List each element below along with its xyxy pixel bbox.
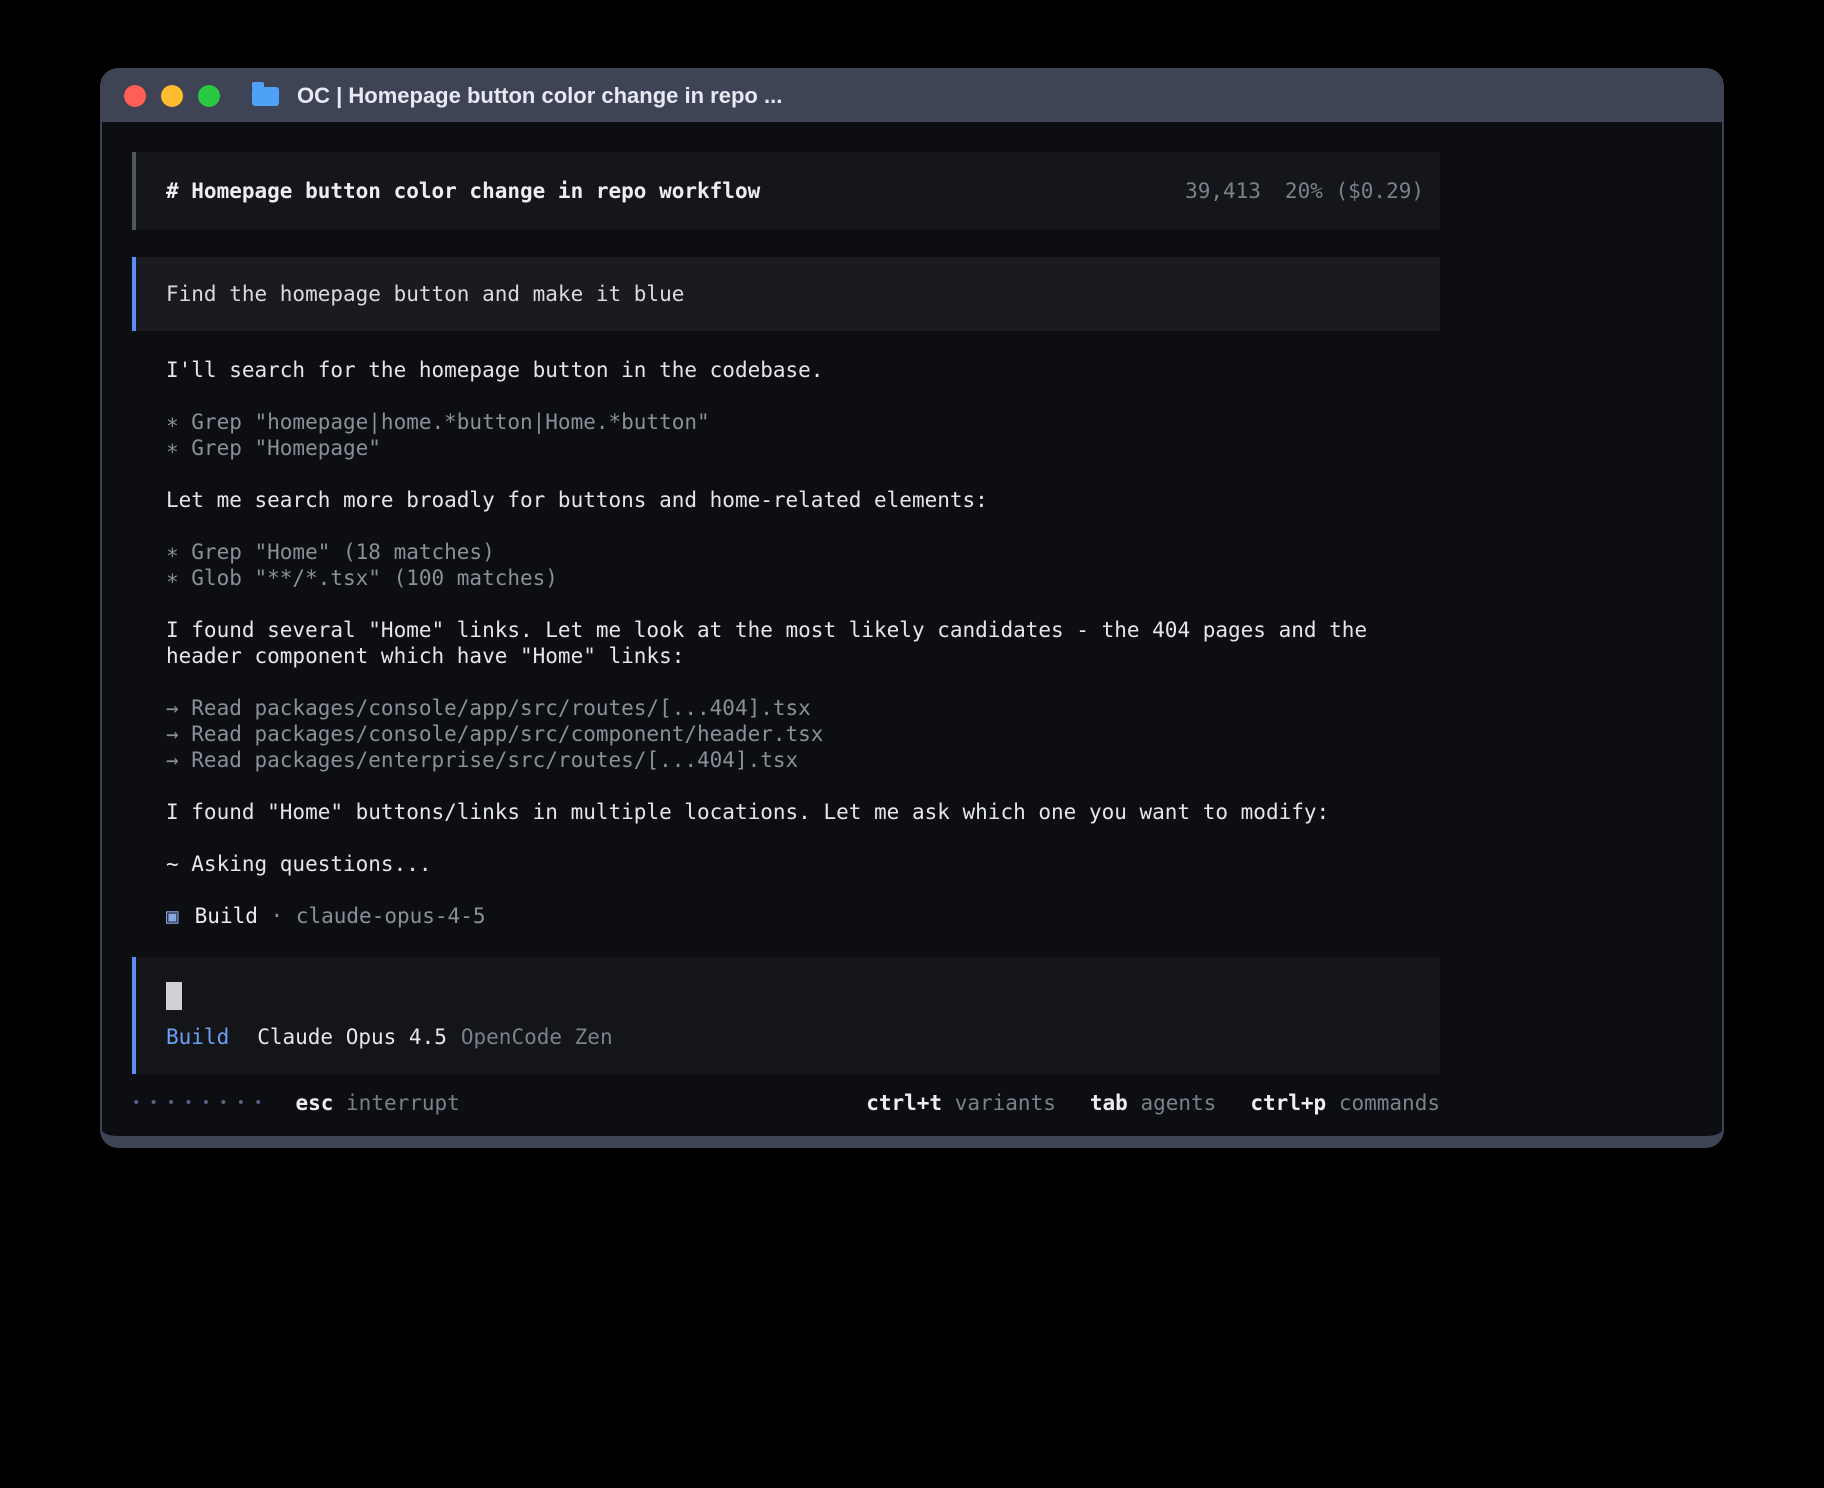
user-message: Find the homepage button and make it blu… (132, 257, 1440, 331)
text-cursor (166, 982, 182, 1010)
window-title: OC | Homepage button color change in rep… (297, 83, 782, 109)
provider-name: OpenCode Zen (461, 1025, 613, 1049)
interrupt-label: interrupt (346, 1091, 460, 1115)
interrupt-hint: esc interrupt (295, 1090, 459, 1116)
context-usage: 20% ($0.29) (1285, 179, 1424, 203)
assistant-text: I'll search for the homepage button in t… (166, 357, 1406, 383)
tool-call-grep: ∗ Grep "Home" (18 matches) (166, 539, 1406, 565)
desktop: { "window": { "title": "OC | Homepage bu… (0, 0, 1824, 1488)
token-count: 39,413 (1185, 179, 1261, 203)
assistant-text: I found several "Home" links. Let me loo… (166, 617, 1406, 669)
session-header: # Homepage button color change in repo w… (132, 152, 1440, 230)
prompt-input[interactable]: Build Claude Opus 4.5 OpenCode Zen (132, 957, 1440, 1074)
input-meta: Build Claude Opus 4.5 OpenCode Zen (166, 1024, 1424, 1050)
agent-model: claude-opus-4-5 (296, 904, 486, 928)
zoom-button[interactable] (198, 85, 220, 107)
terminal-window: OC | Homepage button color change in rep… (100, 68, 1724, 1148)
traffic-lights (124, 85, 220, 107)
activity-status: ~ Asking questions... (166, 851, 1406, 877)
minimize-button[interactable] (161, 85, 183, 107)
assistant-text: I found "Home" buttons/links in multiple… (166, 799, 1406, 825)
tool-call-grep: ∗ Grep "homepage|home.*button|Home.*butt… (166, 409, 1406, 435)
agents-hint: tab agents (1090, 1090, 1216, 1116)
agent-name: Build (195, 904, 258, 928)
agent-indicator: ▣ Build · claude-opus-4-5 (166, 903, 1424, 929)
esc-key: esc (295, 1091, 333, 1115)
status-bar: •••••••• esc interrupt ctrl+t variants t… (132, 1090, 1440, 1116)
model-name: Claude Opus 4.5 (257, 1025, 447, 1049)
tool-call-read: → Read packages/console/app/src/routes/[… (166, 695, 1406, 721)
session-meta: 39,413 20% ($0.29) (1185, 178, 1424, 204)
folder-icon (252, 87, 279, 106)
tool-call-read: → Read packages/enterprise/src/routes/[.… (166, 747, 1406, 773)
assistant-text: Let me search more broadly for buttons a… (166, 487, 1406, 513)
mode-indicator[interactable]: Build (166, 1025, 229, 1049)
agent-icon: ▣ (166, 904, 179, 928)
agent-separator: · (271, 904, 284, 928)
spinner-dots-icon: •••••••• (132, 1090, 271, 1116)
tool-call-grep: ∗ Grep "Homepage" (166, 435, 1406, 461)
terminal-content: # Homepage button color change in repo w… (132, 152, 1440, 1116)
variants-hint: ctrl+t variants (866, 1090, 1056, 1116)
session-title: # Homepage button color change in repo w… (166, 178, 760, 204)
tool-call-glob: ∗ Glob "**/*.tsx" (100 matches) (166, 565, 1406, 591)
close-button[interactable] (124, 85, 146, 107)
titlebar[interactable]: OC | Homepage button color change in rep… (102, 70, 1722, 122)
tool-call-read: → Read packages/console/app/src/componen… (166, 721, 1406, 747)
commands-hint: ctrl+p commands (1250, 1090, 1440, 1116)
